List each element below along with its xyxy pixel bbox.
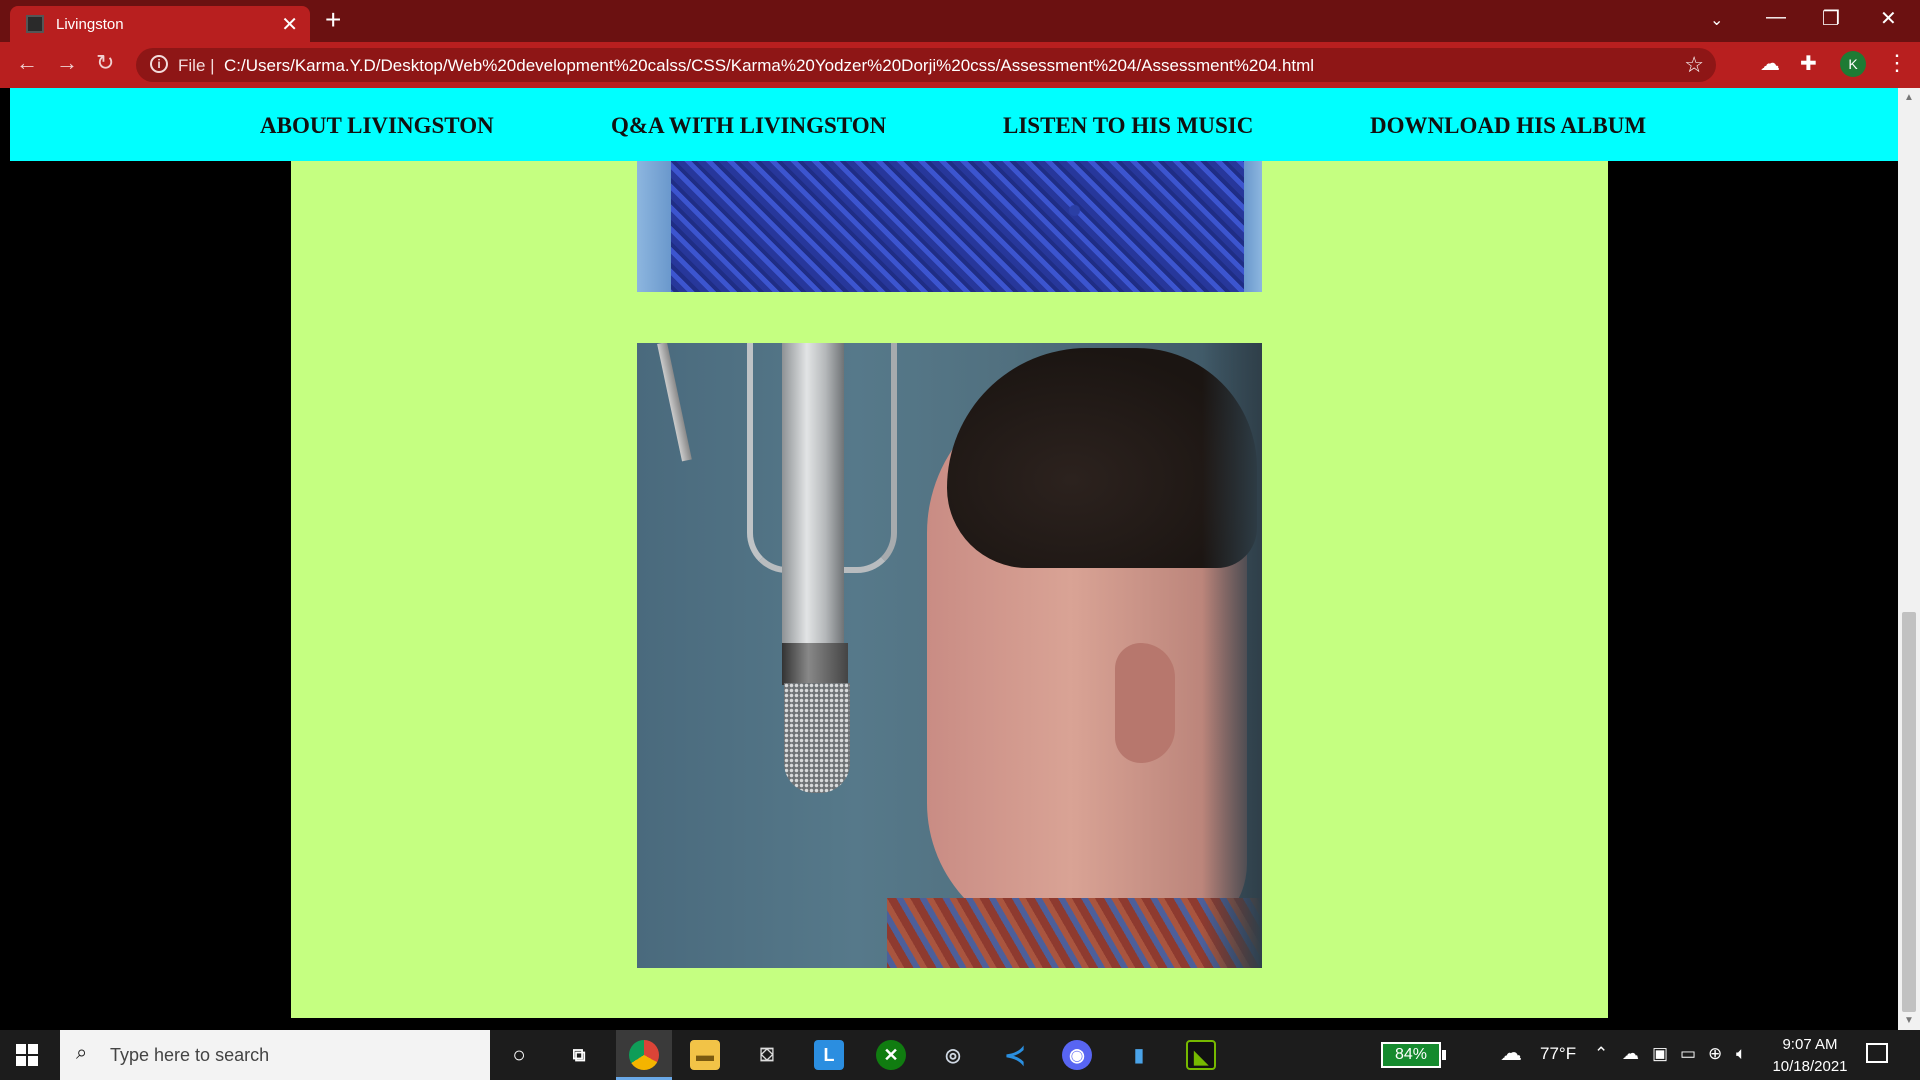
page-scrollbar[interactable]: ▲ ▼	[1898, 88, 1920, 1030]
browser-tab-bar: Livingston ✕ + ⌄ — ❐ ✕	[0, 0, 1920, 42]
nav-listen-music[interactable]: LISTEN TO HIS MUSIC	[1003, 113, 1253, 139]
task-view-icon[interactable]: ⧉	[564, 1040, 594, 1070]
extension-cloud-icon[interactable]: ☁	[1760, 51, 1780, 76]
nav-about-livingston[interactable]: ABOUT LIVINGSTON	[260, 113, 494, 139]
tab-favicon-icon	[26, 15, 44, 33]
back-button[interactable]: ←	[16, 50, 38, 76]
close-window-button[interactable]: ✕	[1880, 6, 1897, 31]
show-hidden-icons-chevron-icon[interactable]: ⌃	[1594, 1044, 1608, 1064]
onedrive-icon[interactable]: ☁	[1622, 1044, 1639, 1064]
battery-indicator[interactable]: 84%	[1381, 1042, 1446, 1068]
page-viewport: ABOUT LIVINGSTON Q&A WITH LIVINGSTON LIS…	[0, 88, 1898, 1030]
nav-qa-with-livingston[interactable]: Q&A WITH LIVINGSTON	[611, 113, 886, 139]
windows-taskbar: ⌕ Type here to search ○ ⧉ ▬ ⛋ L ✕ ◎ ≺ ◉ …	[0, 1030, 1920, 1080]
url-scheme-label: File |	[178, 56, 215, 75]
chrome-taskbar-button[interactable]	[616, 1030, 672, 1080]
chrome-icon	[629, 1040, 659, 1070]
bookmark-star-icon[interactable]: ☆	[1684, 52, 1704, 78]
reload-button[interactable]: ↻	[96, 50, 114, 76]
browser-tab[interactable]: Livingston ✕	[10, 6, 310, 42]
phone-app-icon[interactable]: ▮	[1124, 1040, 1154, 1070]
site-navbar: ABOUT LIVINGSTON Q&A WITH LIVINGSTON LIS…	[10, 88, 1898, 161]
new-tab-button[interactable]: +	[325, 4, 341, 36]
steam-icon[interactable]: ◎	[938, 1040, 968, 1070]
xbox-icon[interactable]: ✕	[876, 1040, 906, 1070]
url-text[interactable]: C:/Users/Karma.Y.D/Desktop/Web%20develop…	[224, 56, 1314, 76]
scroll-down-arrow-icon[interactable]: ▼	[1904, 1015, 1914, 1026]
content-panel	[291, 88, 1608, 1018]
device-icon[interactable]: ▣	[1652, 1044, 1668, 1064]
search-icon: ⌕	[76, 1042, 88, 1064]
store-icon[interactable]: ⛋	[752, 1040, 782, 1070]
search-placeholder: Type here to search	[110, 1045, 270, 1065]
weather-cloud-icon[interactable]: ☁	[1500, 1040, 1522, 1066]
nvidia-icon[interactable]: ◣	[1186, 1040, 1216, 1070]
scroll-up-arrow-icon[interactable]: ▲	[1904, 92, 1914, 103]
scroll-thumb[interactable]	[1902, 612, 1916, 1012]
microphone	[782, 343, 844, 673]
system-clock[interactable]: 9:07 AM 10/18/2021	[1770, 1034, 1850, 1078]
extensions-puzzle-icon[interactable]: ✚	[1800, 51, 1817, 76]
cortana-icon[interactable]: ○	[504, 1040, 534, 1070]
battery-tray-icon[interactable]: ▭	[1680, 1044, 1696, 1064]
discord-icon[interactable]: ◉	[1062, 1040, 1092, 1070]
windows-start-icon[interactable]	[16, 1044, 38, 1066]
network-globe-icon[interactable]: ⊕	[1708, 1044, 1722, 1064]
clock-time: 9:07 AM	[1782, 1036, 1838, 1053]
address-bar[interactable]: i File | C:/Users/Karma.Y.D/Desktop/Web%…	[136, 48, 1716, 82]
minimize-button[interactable]: —	[1766, 6, 1786, 29]
artist-photo-singing	[637, 343, 1262, 968]
vscode-icon[interactable]: ≺	[1000, 1040, 1030, 1070]
tab-search-icon[interactable]: ⌄	[1710, 10, 1723, 30]
tab-title: Livingston	[56, 16, 124, 33]
restore-button[interactable]: ❐	[1822, 6, 1840, 31]
browser-menu-icon[interactable]: ⋮	[1886, 50, 1908, 76]
profile-avatar[interactable]: K	[1840, 51, 1866, 77]
clock-date: 10/18/2021	[1772, 1058, 1848, 1075]
weather-temperature[interactable]: 77°F	[1540, 1044, 1576, 1064]
tab-close-icon[interactable]: ✕	[281, 12, 298, 37]
file-explorer-icon[interactable]: ▬	[690, 1040, 720, 1070]
nav-download-album[interactable]: DOWNLOAD HIS ALBUM	[1370, 113, 1646, 139]
volume-icon[interactable]: 🔈︎	[1736, 1044, 1746, 1064]
launcher-l-icon[interactable]: L	[814, 1040, 844, 1070]
taskbar-search-box[interactable]: ⌕ Type here to search	[60, 1030, 490, 1080]
browser-toolbar: ← → ↻ i File | C:/Users/Karma.Y.D/Deskto…	[0, 42, 1920, 88]
forward-button[interactable]: →	[56, 50, 78, 76]
notifications-icon[interactable]	[1866, 1043, 1888, 1063]
site-info-icon[interactable]: i	[150, 55, 168, 73]
